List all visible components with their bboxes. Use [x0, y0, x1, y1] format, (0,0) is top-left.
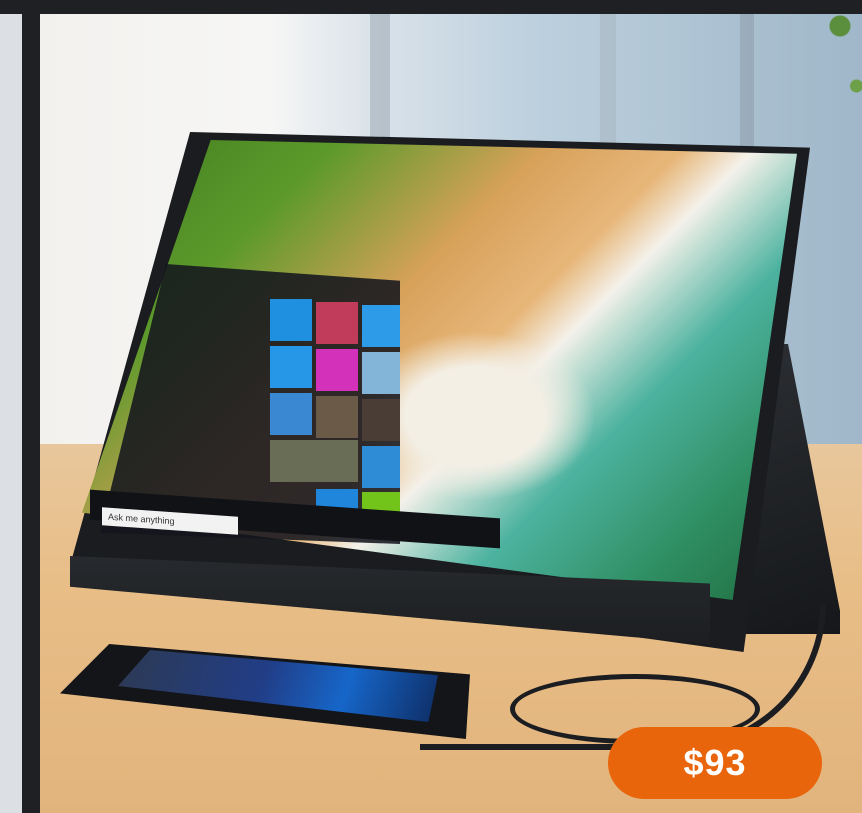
start-tile: [316, 302, 358, 344]
card-gap: [22, 0, 40, 813]
start-tile: [362, 446, 400, 488]
start-tile: [362, 352, 400, 394]
previous-card-edge: [0, 14, 22, 813]
product-image[interactable]: Ask me anything $93: [40, 14, 862, 813]
start-tile: [362, 399, 400, 441]
start-tile: [270, 440, 358, 482]
start-tile: [270, 299, 312, 341]
start-tile: [362, 305, 400, 347]
price-badge[interactable]: $93: [608, 727, 822, 799]
start-tile: [316, 396, 358, 438]
start-tile: [270, 346, 312, 388]
start-tile: [270, 393, 312, 435]
plant-leaves: [752, 14, 862, 134]
start-tile: [316, 349, 358, 391]
